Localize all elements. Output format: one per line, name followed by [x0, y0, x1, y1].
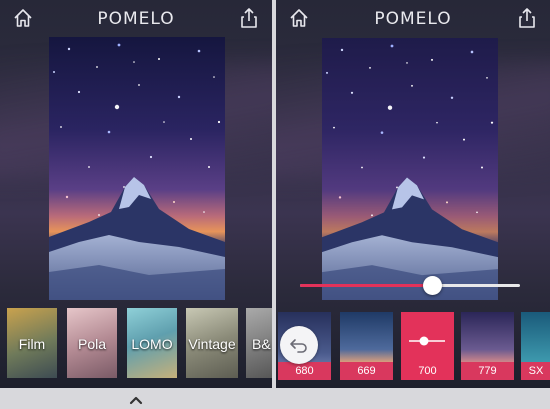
preset-count: 779 [461, 362, 514, 380]
filter-label: Film [18, 336, 46, 352]
header: POMELO [0, 0, 272, 36]
filter-strip: Film Pola LOMO Vintage B& [0, 308, 272, 380]
share-icon[interactable] [238, 7, 260, 29]
photo-preview [322, 38, 498, 300]
filter-pola[interactable]: Pola [67, 308, 117, 378]
left-screen: POMELO Film Pola LOMO Vintage B& [0, 0, 272, 388]
preset-count: 700 [401, 362, 454, 380]
preset-count: SX [521, 362, 550, 380]
filter-label: B& [252, 336, 271, 352]
preset-669[interactable]: 669 [340, 312, 393, 380]
chevron-up-icon[interactable] [129, 392, 143, 409]
app-title: POMELO [374, 9, 452, 29]
intensity-slider[interactable] [300, 276, 520, 295]
right-screen: POMELO 680 669 700 779 SX [276, 0, 550, 388]
bottom-bar [0, 388, 550, 409]
filter-vintage[interactable]: Vintage [186, 308, 238, 378]
filter-label: LOMO [131, 336, 173, 352]
preset-count: 669 [340, 362, 393, 380]
filter-film[interactable]: Film [7, 308, 57, 378]
slider-knob[interactable] [423, 276, 442, 295]
preset-779[interactable]: 779 [461, 312, 514, 380]
header: POMELO [276, 0, 550, 36]
preset-700[interactable]: 700 [401, 312, 454, 380]
preset-count: 680 [278, 362, 331, 380]
photo-preview [49, 37, 225, 300]
undo-icon [290, 339, 307, 353]
slider-fill [300, 284, 432, 287]
filter-label: Pola [77, 336, 107, 352]
share-icon[interactable] [516, 7, 538, 29]
filter-bw[interactable]: B& [246, 308, 272, 378]
undo-button[interactable] [280, 326, 318, 364]
app-title: POMELO [97, 9, 175, 29]
preset-sx[interactable]: SX [521, 312, 550, 380]
slider-adjust-icon [407, 334, 447, 352]
filter-label: Vintage [188, 336, 236, 352]
filter-lomo[interactable]: LOMO [127, 308, 177, 378]
